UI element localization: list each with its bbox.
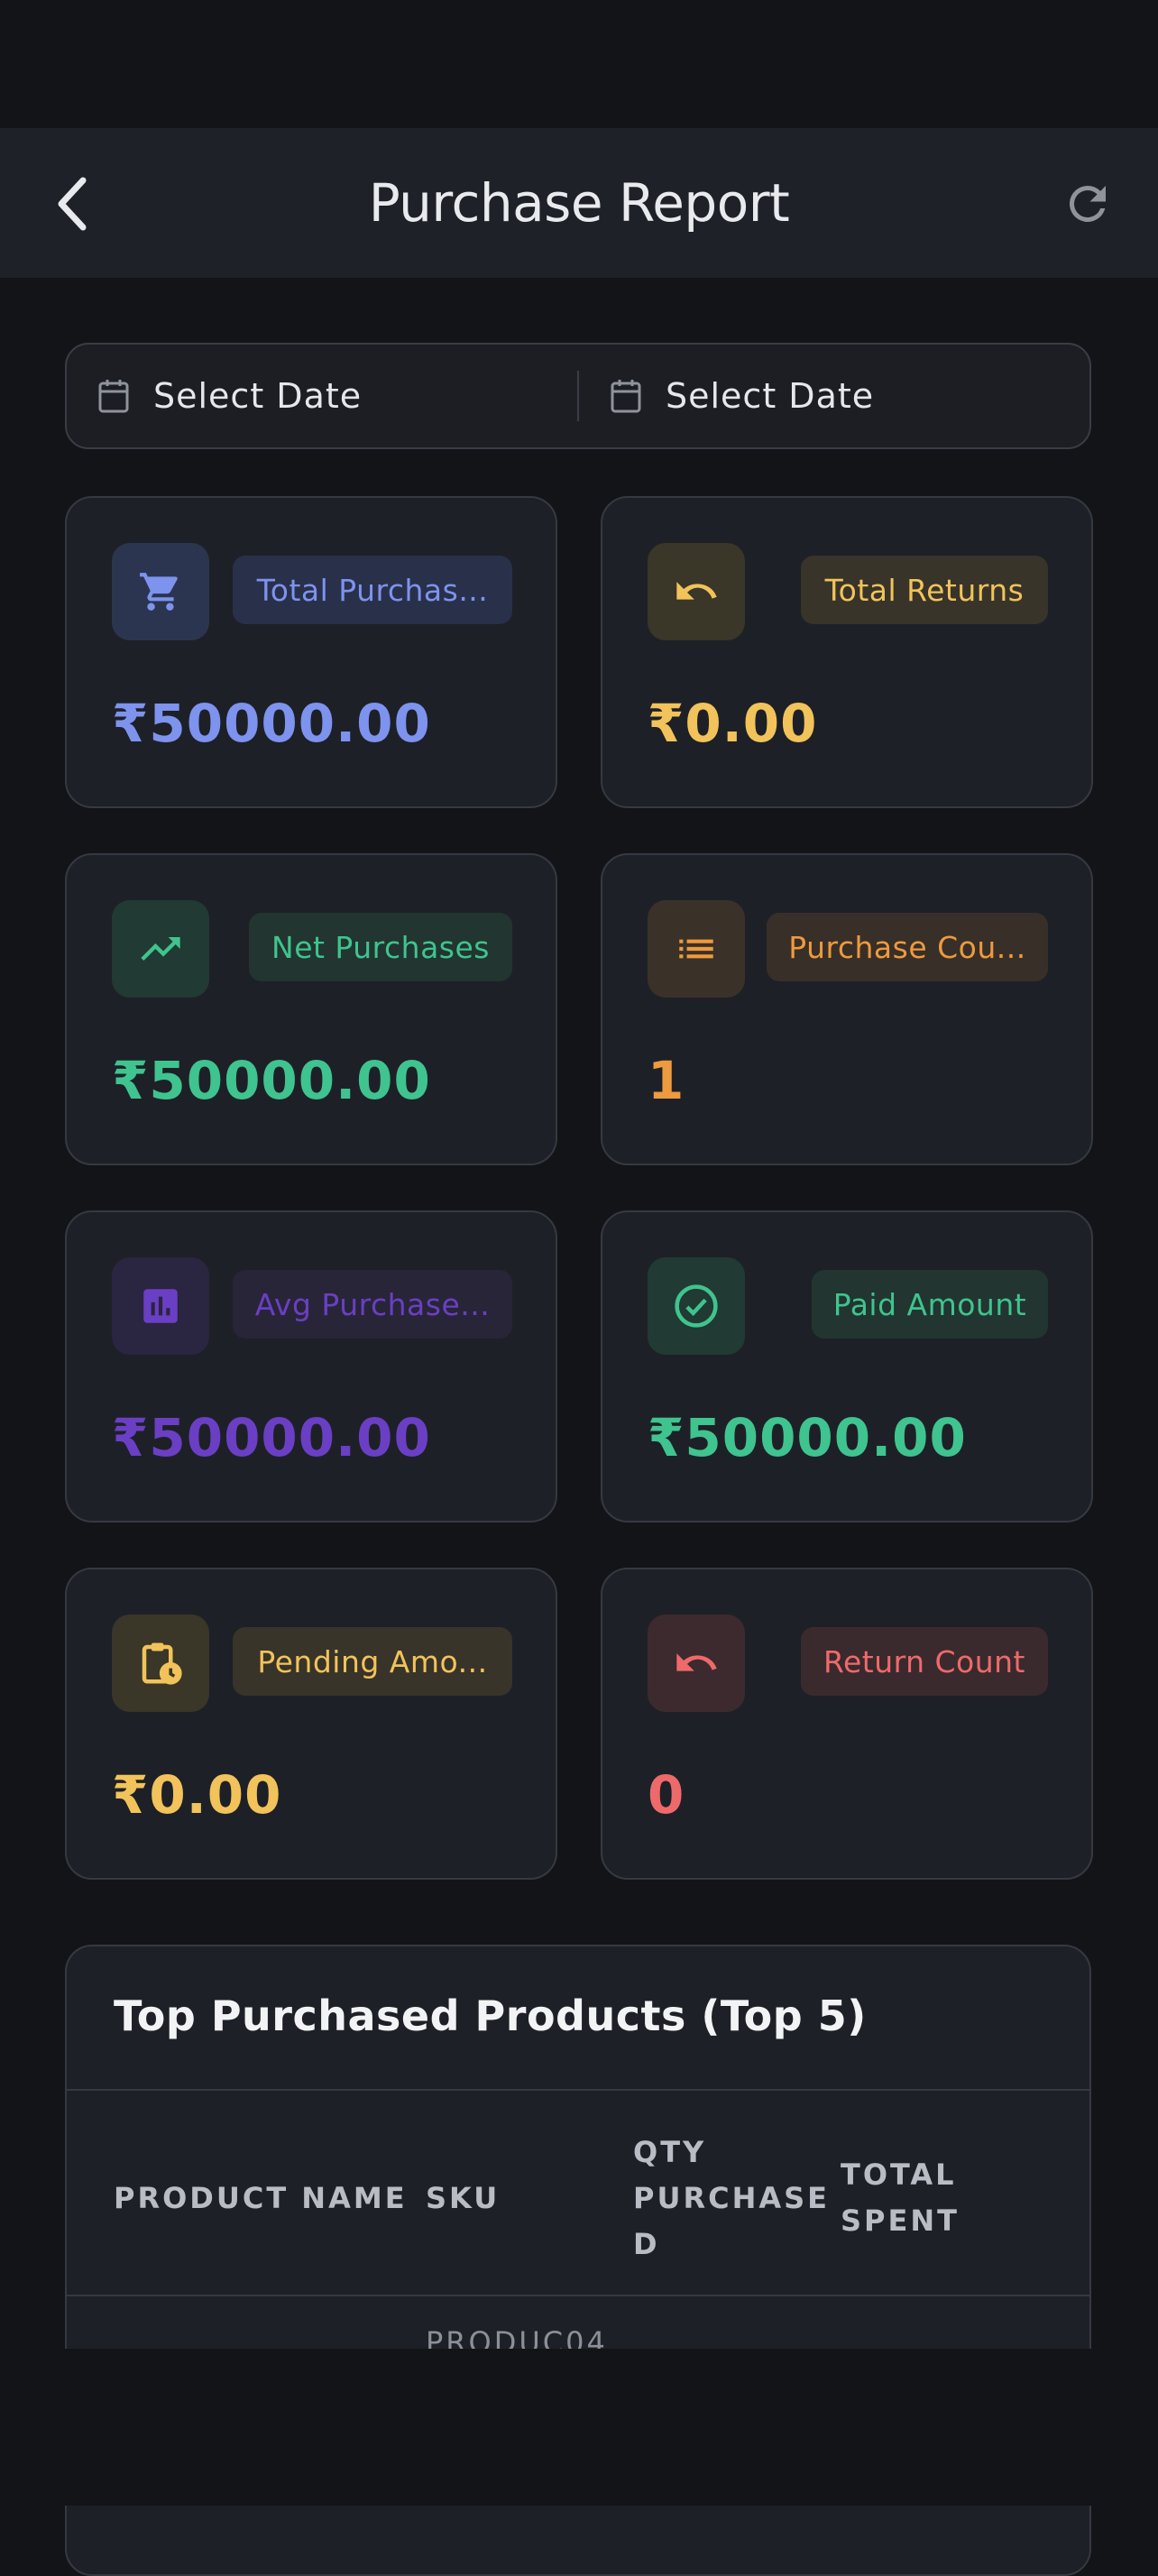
undo-icon-box	[648, 1615, 745, 1712]
date-range-picker: Select Date Select Date	[65, 343, 1091, 449]
refresh-button[interactable]	[1053, 170, 1122, 238]
end-date-label: Select Date	[666, 376, 875, 416]
cart-icon-box	[112, 543, 209, 640]
pending-amount-card[interactable]: Pending Amo... ₹0.00	[65, 1568, 557, 1880]
card-value: ₹0.00	[112, 1764, 282, 1826]
undo-icon	[676, 1653, 717, 1671]
card-label: Paid Amount	[812, 1270, 1048, 1339]
column-header-text: QTY	[633, 2135, 707, 2169]
card-label: Total Returns	[801, 556, 1048, 624]
avg-purchase-card[interactable]: Avg Purchase... ₹50000.00	[65, 1210, 557, 1523]
check-circle-icon-box	[648, 1257, 745, 1355]
start-date-label: Select Date	[153, 376, 363, 416]
clipboard-clock-icon-box	[112, 1615, 209, 1712]
column-header-text: D	[633, 2227, 660, 2261]
net-purchases-card[interactable]: Net Purchases ₹50000.00	[65, 853, 557, 1165]
trending-up-icon	[141, 937, 180, 961]
column-header-text: SKU	[426, 2181, 501, 2215]
card-value: 0	[648, 1764, 685, 1826]
paid-amount-card[interactable]: Paid Amount ₹50000.00	[601, 1210, 1093, 1523]
card-label: Avg Purchase...	[233, 1270, 512, 1339]
purchase-count-card[interactable]: Purchase Cou... 1	[601, 853, 1093, 1165]
card-label: Pending Amo...	[233, 1627, 512, 1696]
bar-chart-icon	[143, 1289, 178, 1323]
app-header: Purchase Report	[0, 128, 1158, 278]
undo-icon	[676, 582, 717, 600]
card-value: ₹50000.00	[112, 1407, 431, 1468]
bottom-area	[0, 2349, 1158, 2506]
column-header-total-spent[interactable]: TOTAL SPENT	[841, 2152, 960, 2244]
table-divider	[67, 2295, 1089, 2296]
column-header-text: TOTAL	[841, 2157, 957, 2192]
total-purchases-card[interactable]: Total Purchas... ₹50000.00	[65, 496, 557, 808]
bar-chart-icon-box	[112, 1257, 209, 1355]
trending-up-icon-box	[112, 900, 209, 998]
list-icon-box	[648, 900, 745, 998]
card-label: Total Purchas...	[233, 556, 512, 624]
card-label: Return Count	[801, 1627, 1048, 1696]
refresh-icon	[1069, 185, 1106, 222]
calendar-icon	[611, 380, 641, 413]
cart-icon	[140, 573, 178, 611]
column-header-text: PURCHASE	[633, 2181, 831, 2215]
clipboard-clock-icon	[142, 1642, 182, 1685]
card-value: ₹50000.00	[112, 693, 431, 754]
column-header-sku[interactable]: SKU	[426, 2176, 500, 2222]
card-value: ₹50000.00	[648, 1407, 967, 1468]
start-date-field[interactable]: Select Date	[67, 345, 577, 447]
column-header-qty-purchased[interactable]: QTY PURCHASE D	[633, 2130, 830, 2268]
table-title: Top Purchased Products (Top 5)	[114, 1992, 867, 2040]
column-header-text: SPENT	[841, 2203, 960, 2238]
card-value: 1	[648, 1050, 685, 1111]
card-label: Purchase Cou...	[767, 913, 1048, 981]
card-label: Net Purchases	[249, 913, 512, 981]
card-value: ₹0.00	[648, 693, 818, 754]
page-title: Purchase Report	[368, 172, 790, 234]
card-value: ₹50000.00	[112, 1050, 431, 1111]
calendar-icon	[98, 380, 129, 413]
back-button[interactable]	[54, 170, 117, 238]
check-circle-icon	[675, 1284, 718, 1328]
return-count-card[interactable]: Return Count 0	[601, 1568, 1093, 1880]
total-returns-card[interactable]: Total Returns ₹0.00	[601, 496, 1093, 808]
column-header-text: PRODUCT NAME	[114, 2181, 408, 2215]
column-header-product-name[interactable]: PRODUCT NAME	[114, 2176, 408, 2222]
list-icon	[679, 939, 713, 959]
chevron-left-icon	[58, 177, 87, 231]
table-divider	[67, 2089, 1089, 2091]
end-date-field[interactable]: Select Date	[579, 345, 1089, 447]
undo-icon-box	[648, 543, 745, 640]
